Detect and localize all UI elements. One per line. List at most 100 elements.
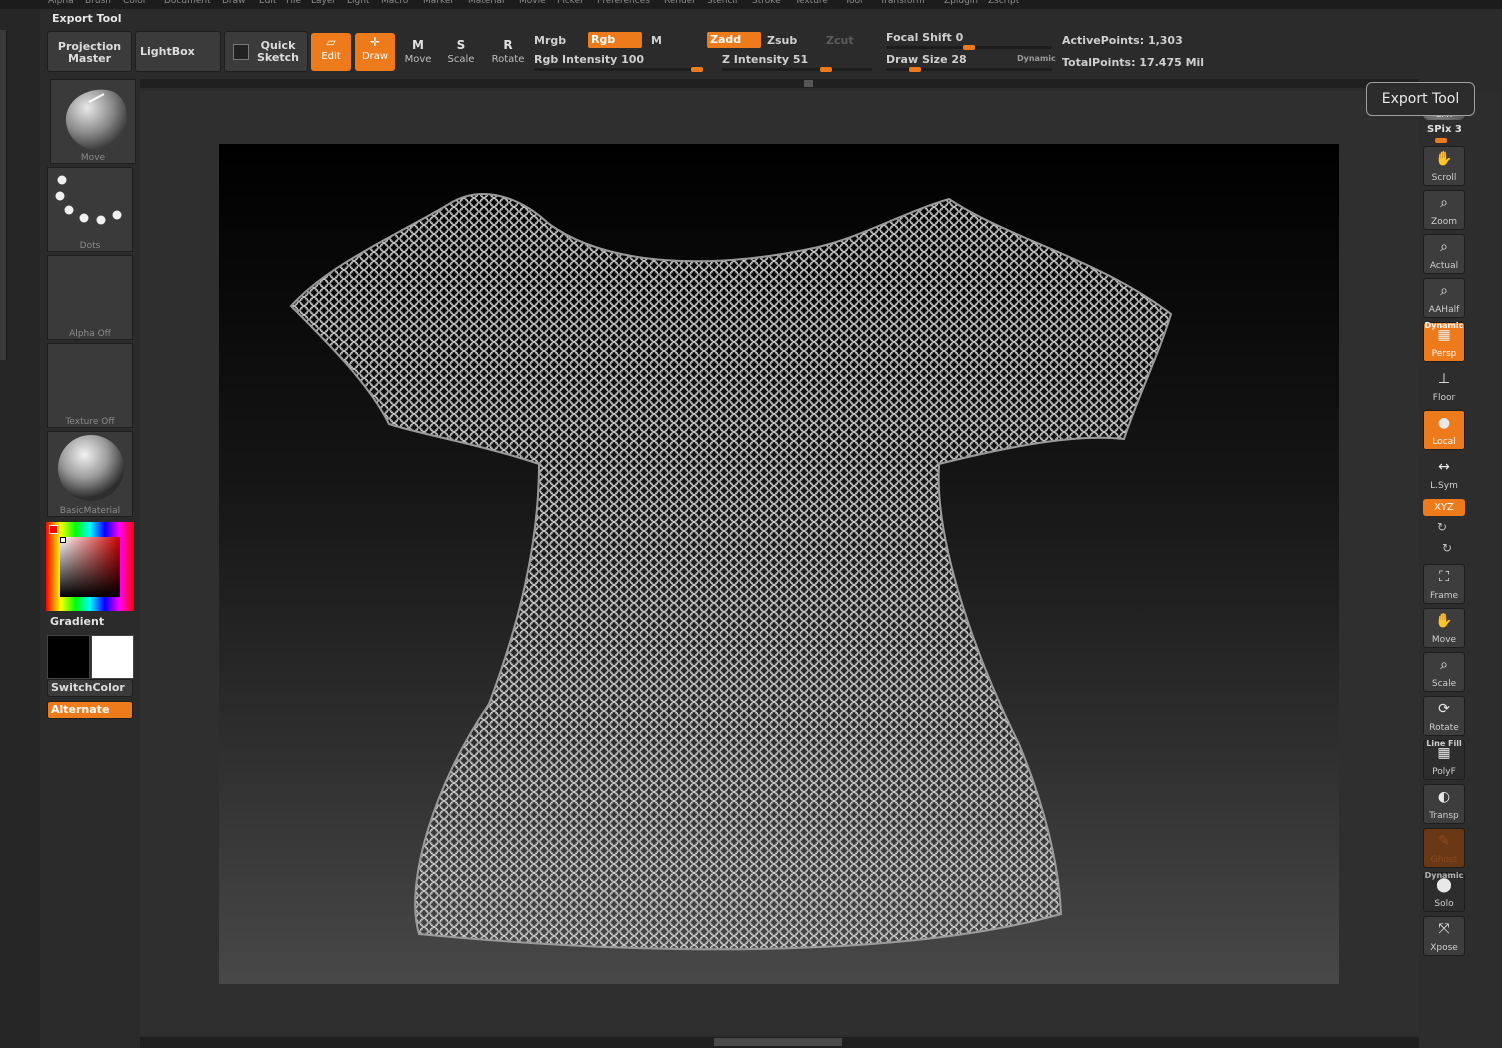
move-mode-button[interactable]: M Move [400, 36, 436, 68]
scroll-button[interactable]: ✋ Scroll [1423, 146, 1465, 186]
local-button[interactable]: ● Local [1423, 410, 1465, 450]
menu-item-movie[interactable]: Movie [519, 0, 546, 6]
draw-icon: ✛ [369, 35, 381, 49]
rgb-intensity-label: Rgb Intensity 100 [534, 53, 645, 66]
bottom-scroll-handle[interactable] [714, 1038, 842, 1046]
alpha-selector[interactable]: Alpha Off [47, 255, 133, 340]
menu-item-material[interactable]: Material [468, 0, 505, 6]
draw-label: Draw [361, 51, 389, 62]
y-rotate-icon[interactable]: ↻ [1437, 520, 1447, 534]
stroke-selector[interactable]: Dots [47, 167, 133, 252]
scale-view-label: Scale [1431, 679, 1457, 689]
spix-slider[interactable] [1435, 138, 1447, 143]
z-intensity-slider[interactable] [722, 68, 872, 71]
brush-label: Move [80, 153, 106, 163]
active-points-readout: ActivePoints: 1,303 [1062, 34, 1183, 47]
scale-view-button[interactable]: ⌕ Scale [1423, 652, 1465, 692]
actual-button[interactable]: ⌕ Actual [1423, 234, 1465, 274]
scale-mode-button[interactable]: S Scale [443, 36, 479, 68]
draw-size-knob[interactable] [909, 67, 921, 72]
m-toggle[interactable]: M [651, 34, 662, 47]
menu-item-alpha[interactable]: Alpha [48, 0, 74, 6]
switch-color-button[interactable]: SwitchColor [47, 679, 133, 697]
dynamic-toggle[interactable]: Dynamic [1017, 54, 1056, 63]
menu-item-marker[interactable]: Marker [423, 0, 454, 6]
xyz-rotate-button[interactable]: XYZ [1423, 499, 1465, 516]
menu-item-file[interactable]: File [286, 0, 301, 6]
aahalf-button[interactable]: ⌕ AAHalf [1423, 278, 1465, 318]
solo-button[interactable]: Dynamic ⬤ Solo [1423, 871, 1465, 912]
menu-item-transform[interactable]: Transform [880, 0, 925, 6]
top-scroll-handle[interactable] [804, 80, 813, 87]
rotate-mode-icon: R [503, 38, 513, 52]
ghost-label: Ghost [1430, 855, 1458, 865]
menu-item-stroke[interactable]: Stroke [752, 0, 781, 6]
edit-button[interactable]: ▱ Edit [311, 33, 351, 71]
z-rotate-icon[interactable]: ↻ [1442, 541, 1452, 555]
lsym-label: L.Sym [1430, 481, 1458, 491]
menu-item-picker[interactable]: Picker [557, 0, 584, 6]
floor-button[interactable]: ⊥ Floor [1423, 366, 1465, 406]
z-intensity-knob[interactable] [820, 67, 832, 72]
color-marker[interactable] [60, 537, 66, 543]
persp-button[interactable]: Dynamic ▦ Persp [1423, 321, 1465, 362]
hue-marker[interactable] [49, 525, 58, 534]
menu-item-zplugin[interactable]: Zplugin [944, 0, 978, 6]
zcut-toggle[interactable]: Zcut [826, 34, 854, 47]
color-saturation-square[interactable] [60, 537, 120, 597]
menu-item-render[interactable]: Render [664, 0, 696, 6]
chainmail-shirt-model[interactable] [219, 144, 1339, 984]
zoom-button[interactable]: ⌕ Zoom [1423, 190, 1465, 230]
menu-item-macro[interactable]: Macro [381, 0, 408, 6]
scroll-label: Scroll [1431, 173, 1457, 183]
material-sphere-icon [58, 435, 124, 501]
move-view-button[interactable]: ✋ Move [1423, 608, 1465, 648]
quick-sketch-button[interactable]: Quick Sketch [224, 31, 308, 72]
mrgb-toggle[interactable]: Mrgb [534, 34, 566, 47]
top-scrollbar[interactable] [140, 79, 1419, 88]
menu-item-draw[interactable]: Draw [222, 0, 246, 6]
rotate-view-button[interactable]: ⟳ Rotate [1423, 696, 1465, 736]
menu-item-tool[interactable]: Tool [845, 0, 862, 6]
left-tray-handle[interactable] [0, 30, 7, 360]
menu-item-brush[interactable]: Brush [85, 0, 111, 6]
brush-selector[interactable]: Move [50, 79, 136, 164]
polyf-button[interactable]: Line Fill ▦ PolyF [1423, 739, 1465, 780]
ghost-button[interactable]: ✎ Ghost [1423, 828, 1465, 868]
main-menu-bar: Alpha Brush Color Document Draw Edit File Layer… [0, 0, 1502, 9]
transp-button[interactable]: ◐ Transp [1423, 784, 1465, 824]
lsym-button[interactable]: ↔ L.Sym [1423, 454, 1465, 494]
main-color-swatch[interactable] [91, 635, 134, 679]
rgb-intensity-slider[interactable] [534, 68, 704, 71]
alternate-button[interactable]: Alternate [47, 701, 133, 719]
menu-item-preferences[interactable]: Preferences [597, 0, 650, 6]
focal-shift-knob[interactable] [963, 45, 975, 50]
menu-item-layer[interactable]: Layer [311, 0, 336, 6]
move-brush-icon [65, 89, 127, 151]
move-mode-label: Move [404, 54, 432, 65]
zadd-toggle[interactable]: Zadd [707, 32, 761, 48]
move-view-label: Move [1431, 635, 1457, 645]
document-canvas[interactable] [219, 144, 1339, 984]
menu-item-stencil[interactable]: Stencil [707, 0, 737, 6]
rgb-toggle[interactable]: Rgb [588, 32, 642, 48]
menu-item-texture[interactable]: Texture [795, 0, 828, 6]
material-selector[interactable]: BasicMaterial [47, 431, 133, 517]
secondary-color-swatch[interactable] [47, 635, 90, 679]
lightbox-button[interactable]: LightBox [135, 31, 221, 72]
color-picker[interactable] [46, 522, 134, 611]
projection-master-button[interactable]: Projection Master [47, 31, 132, 72]
frame-button[interactable]: ⛶ Frame [1423, 564, 1465, 604]
menu-item-document[interactable]: Document [164, 0, 211, 6]
total-points-readout: TotalPoints: 17.475 Mil [1062, 56, 1205, 69]
zsub-toggle[interactable]: Zsub [767, 34, 797, 47]
rotate-mode-button[interactable]: R Rotate [489, 36, 527, 68]
menu-item-light[interactable]: Light [347, 0, 369, 6]
menu-item-zscript[interactable]: Zscript [988, 0, 1019, 6]
menu-item-edit[interactable]: Edit [259, 0, 276, 6]
rgb-intensity-knob[interactable] [691, 67, 703, 72]
texture-selector[interactable]: Texture Off [47, 343, 133, 428]
draw-button[interactable]: ✛ Draw [355, 33, 395, 71]
xpose-button[interactable]: ⤧ Xpose [1423, 916, 1465, 956]
menu-item-color[interactable]: Color [123, 0, 147, 6]
